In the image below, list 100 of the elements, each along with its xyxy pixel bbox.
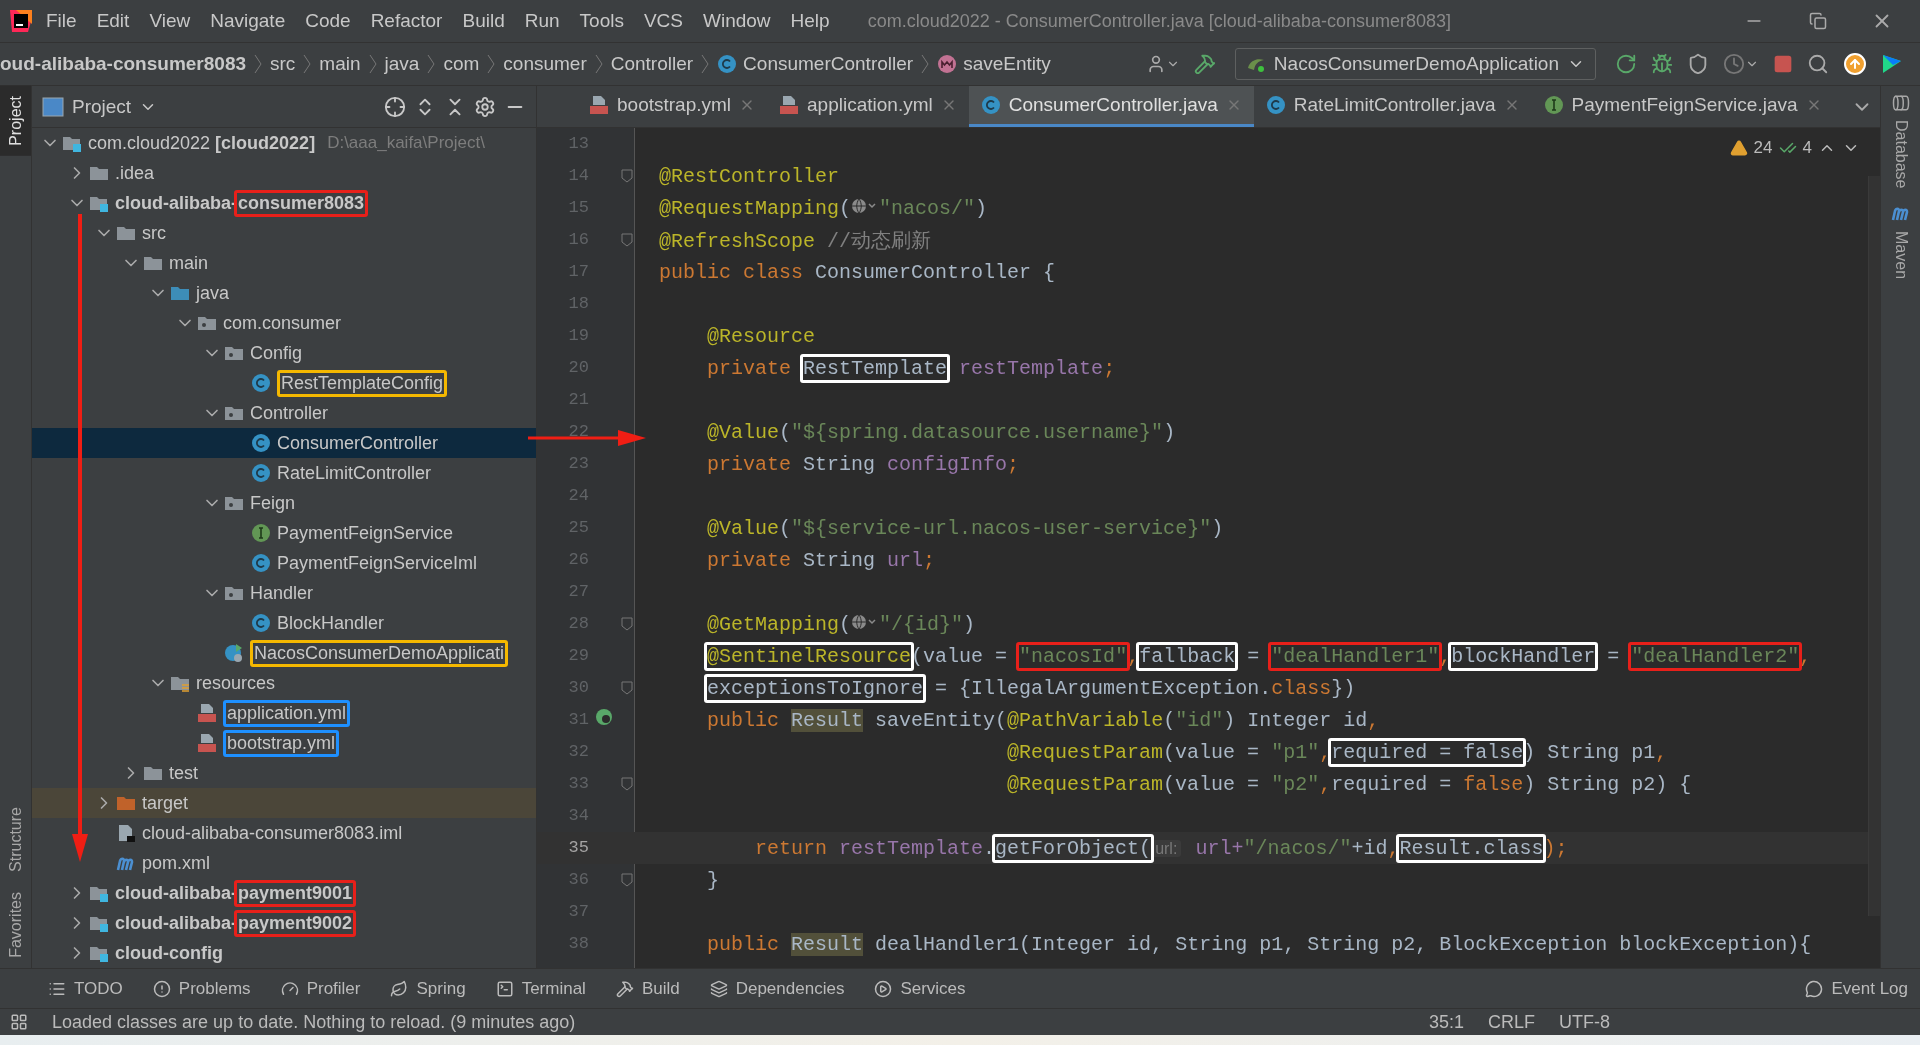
debug-icon[interactable] [1651,53,1673,75]
editor-tab[interactable]: application.yml [767,86,969,127]
coverage-icon[interactable] [1687,53,1709,75]
fold-marker-icon[interactable] [621,681,633,695]
menu-item[interactable]: VCS [635,6,691,36]
tool-window-button[interactable]: Spring [378,978,478,999]
breadcrumb[interactable]: main [319,53,361,75]
menu-item[interactable]: Refactor [362,6,451,36]
cursor-position[interactable]: 35:1 [1428,1011,1464,1033]
tree-item[interactable]: PaymentFeignServiceIml [32,548,536,578]
rerun-icon[interactable] [1615,53,1637,75]
menu-item[interactable]: View [141,6,199,36]
settings-icon[interactable] [474,95,496,118]
fold-marker-icon[interactable] [621,617,633,631]
breadcrumb[interactable]: saveEntity [937,53,1051,75]
tool-window-button[interactable]: Event Log [1793,978,1920,999]
tree-item[interactable]: main [32,248,536,278]
tree-item[interactable]: Controller [32,398,536,428]
breadcrumb[interactable]: oud-alibaba-consumer8083 [0,53,247,75]
tree-item[interactable]: pom.xml [32,848,536,878]
tool-window-button[interactable]: Build [603,978,692,999]
tree-item[interactable]: resources [32,668,536,698]
tree-item[interactable]: cloud-alibaba-payment9002 [32,908,536,938]
tree-item[interactable]: Config [32,338,536,368]
web-endpoint-icon[interactable] [595,708,613,726]
tree-item[interactable]: com.consumer [32,308,536,338]
menu-item[interactable]: Tools [571,6,632,36]
hammer-icon[interactable] [1193,53,1216,75]
search-icon[interactable] [1807,53,1829,75]
breadcrumb[interactable]: com [443,53,480,75]
tree-item-label: main [169,252,208,274]
code-line: public class ConsumerController { [658,260,1056,284]
locate-icon[interactable] [384,95,406,118]
layout-icon[interactable] [10,1013,28,1031]
menu-item[interactable]: Window [695,6,779,36]
breadcrumb[interactable]: src [270,53,296,75]
tool-window-button[interactable]: Services [862,978,978,999]
update-icon[interactable] [1843,52,1867,76]
tool-window-button[interactable]: Dependencies [697,978,857,999]
stop-icon[interactable] [1773,54,1793,74]
fold-marker-icon[interactable] [621,233,633,247]
tree-item[interactable]: Feign [32,488,536,518]
profiler-icon [280,979,299,998]
menu-item[interactable]: Edit [88,6,138,36]
tree-item[interactable]: ConsumerController [32,428,536,458]
tree-item[interactable]: BlockHandler [32,608,536,638]
tree-item[interactable]: PaymentFeignService [32,518,536,548]
breadcrumb[interactable]: Controller [610,53,694,75]
menu-item[interactable]: File [38,6,85,36]
tool-window-button[interactable]: Problems [140,978,263,999]
toolbox-icon[interactable] [1881,53,1903,75]
profile-icon[interactable] [1723,53,1745,75]
menu-item[interactable]: Code [297,6,359,36]
breadcrumb[interactable]: consumer [503,53,587,75]
menu-item[interactable]: Build [454,6,513,36]
tree-item[interactable]: bootstrap.yml [32,728,536,758]
tree-item[interactable]: src [32,218,536,248]
tree-item[interactable]: java [32,278,536,308]
tree-item[interactable]: test [32,758,536,788]
editor-tab[interactable]: RateLimitController.java [1253,86,1532,127]
fold-marker-icon[interactable] [621,169,633,183]
run-configuration-dropdown[interactable]: NacosConsumerDemoApplication [1234,48,1596,80]
tree-item[interactable]: .idea [32,158,536,188]
tool-window-button[interactable]: Terminal [483,978,598,999]
menu-item[interactable]: Navigate [202,6,294,36]
editor-tab[interactable]: bootstrap.yml [577,86,768,127]
menu-item[interactable]: Help [782,6,838,36]
typo-count[interactable]: 4 [1802,138,1812,158]
panel-title[interactable]: Project [72,95,132,118]
class-icon [251,553,271,573]
tool-window-button[interactable]: TODO [36,978,135,999]
line-separator[interactable]: CRLF [1488,1011,1535,1033]
tree-item[interactable]: Handler [32,578,536,608]
tool-window-button[interactable]: Profiler [268,978,373,999]
breadcrumb[interactable]: java [384,53,420,75]
file-encoding[interactable]: UTF-8 [1559,1011,1610,1033]
fold-marker-icon[interactable] [621,777,633,791]
editor-tab[interactable]: PaymentFeignService.java [1531,86,1834,127]
fold-marker-icon[interactable] [621,873,633,887]
tree-item[interactable]: cloud-config [32,938,536,968]
warning-count[interactable]: 24 [1753,138,1773,158]
tree-item[interactable]: NacosConsumerDemoApplicati [32,638,536,668]
tree-item[interactable]: RateLimitController [32,458,536,488]
warning-icon[interactable] [1729,139,1748,157]
tree-item[interactable]: cloud-alibaba-consumer8083 [32,188,536,218]
restore-icon[interactable] [1809,12,1827,30]
tree-item[interactable]: com.cloud2022 [cloud2022] D:\aaa_kaifa\Project\ [32,128,536,158]
side-tab[interactable]: Structure [0,797,31,883]
tree-item[interactable]: target [32,788,536,818]
tree-item[interactable]: RestTemplateConfig [32,368,536,398]
side-tab[interactable]: Favorites [0,882,31,968]
tree-item[interactable]: cloud-alibaba-payment9001 [32,878,536,908]
side-tab[interactable]: Maven [1890,202,1911,279]
menu-item[interactable]: Run [516,6,568,36]
tree-item[interactable]: application.yml [32,698,536,728]
breadcrumb[interactable]: ConsumerController [717,53,914,75]
tree-item[interactable]: cloud-alibaba-consumer8083.iml [32,818,536,848]
side-tab[interactable]: Database [1891,94,1910,189]
editor-tab[interactable]: ConsumerController.java [968,86,1254,127]
side-tab[interactable]: Project [0,86,31,156]
